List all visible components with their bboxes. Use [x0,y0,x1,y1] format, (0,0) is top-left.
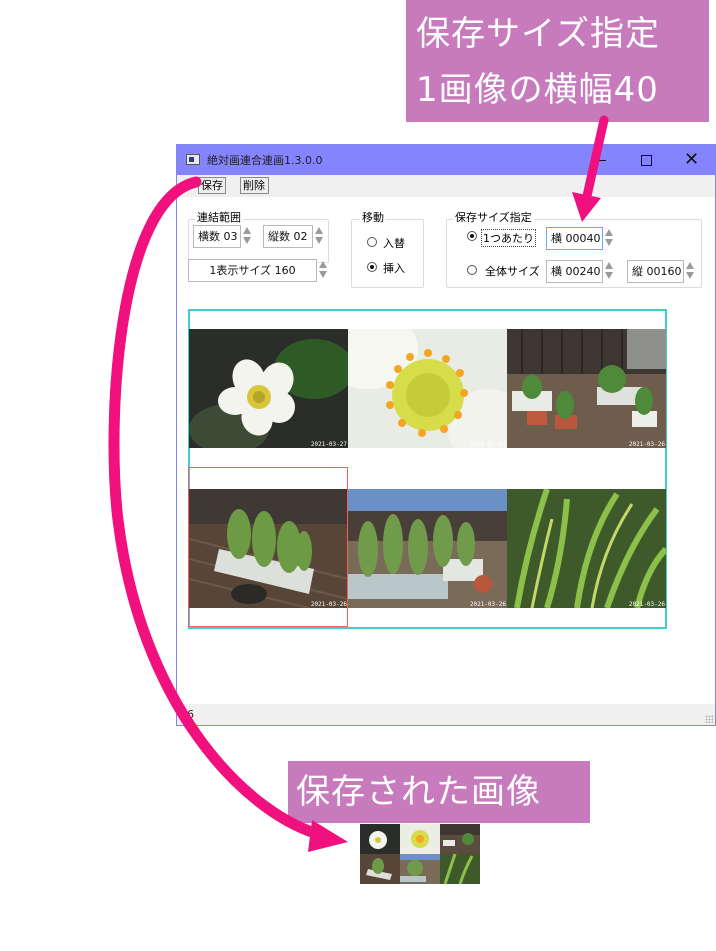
annotation-arrows [108,115,609,852]
arrow-to-save-size [572,115,609,222]
arrow-to-saved-image [108,176,348,852]
